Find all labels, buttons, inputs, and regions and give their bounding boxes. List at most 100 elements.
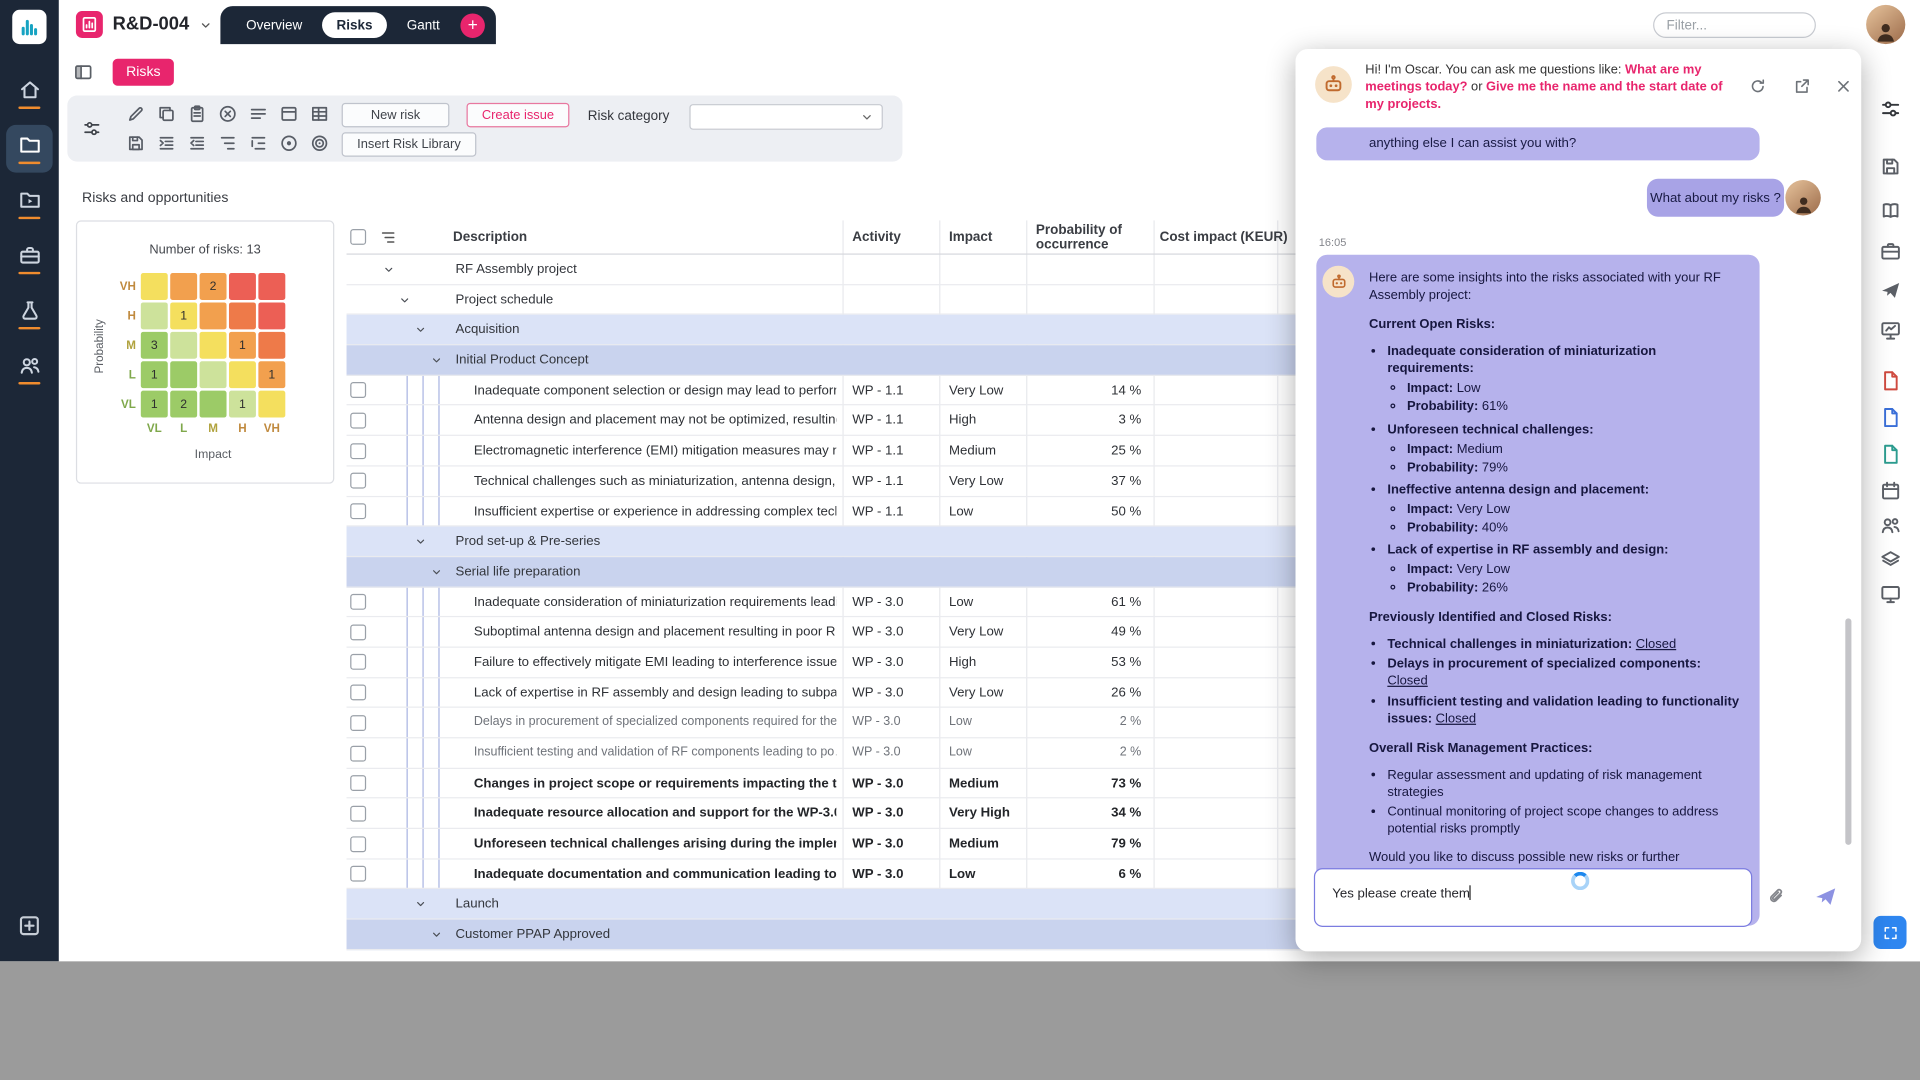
row-checkbox[interactable]: [350, 866, 366, 882]
group-row[interactable]: Acquisition: [347, 315, 1421, 345]
edit-icon[interactable]: [124, 102, 148, 126]
row-checkbox[interactable]: [350, 806, 366, 822]
column-header-impact[interactable]: Impact: [949, 220, 992, 254]
chat-input[interactable]: Yes please create them: [1314, 868, 1752, 927]
hierarchy-icon[interactable]: [380, 229, 397, 246]
matrix-cell[interactable]: [200, 361, 227, 388]
risk-row[interactable]: Inadequate component selection or design…: [347, 376, 1421, 406]
row-checkbox[interactable]: [350, 382, 366, 398]
group-row[interactable]: Initial Product Concept: [347, 345, 1421, 375]
insert-risk-library-button[interactable]: Insert Risk Library: [342, 132, 477, 156]
table-view-icon[interactable]: [307, 102, 331, 126]
rows-icon[interactable]: [246, 102, 270, 126]
copy-icon[interactable]: [154, 102, 178, 126]
chat-scrollbar[interactable]: [1845, 618, 1851, 845]
sliders-icon[interactable]: [82, 119, 102, 139]
rail-file-icon[interactable]: [1880, 443, 1902, 465]
close-chat-button[interactable]: [1829, 73, 1856, 100]
rail-book-icon[interactable]: [1880, 200, 1902, 222]
risk-row[interactable]: Failure to effectively mitigate EMI lead…: [347, 648, 1421, 678]
indent-right-icon[interactable]: [154, 131, 178, 155]
matrix-cell[interactable]: [170, 332, 197, 359]
group-row[interactable]: Customer PPAP Approved: [347, 920, 1421, 950]
open-chat-window-button[interactable]: [1788, 73, 1815, 100]
tab-overview[interactable]: Overview: [231, 12, 317, 38]
new-risk-button[interactable]: New risk: [342, 103, 450, 127]
list-tree-icon[interactable]: [216, 131, 240, 155]
row-checkbox[interactable]: [350, 685, 366, 701]
risk-row[interactable]: Lack of expertise in RF assembly and des…: [347, 678, 1421, 708]
expand-chevron[interactable]: [382, 263, 395, 276]
matrix-cell[interactable]: [200, 391, 227, 418]
app-logo[interactable]: [12, 10, 46, 44]
sidebar-item-flask[interactable]: [0, 287, 59, 342]
matrix-cell[interactable]: [170, 361, 197, 388]
add-tab-button[interactable]: +: [461, 13, 485, 37]
matrix-cell[interactable]: 1: [141, 391, 168, 418]
rail-monitor-icon[interactable]: [1880, 583, 1902, 605]
row-checkbox[interactable]: [350, 715, 366, 731]
matrix-cell[interactable]: [258, 332, 285, 359]
matrix-cell[interactable]: 1: [170, 302, 197, 329]
chevron-down-icon[interactable]: [198, 18, 213, 33]
matrix-cell[interactable]: 1: [258, 361, 285, 388]
matrix-cell[interactable]: [229, 361, 256, 388]
matrix-cell[interactable]: 1: [141, 361, 168, 388]
user-avatar[interactable]: [1866, 5, 1905, 44]
sidebar-item-media-folder[interactable]: [0, 176, 59, 231]
rail-presentation-icon[interactable]: [1880, 320, 1902, 342]
indent-left-icon[interactable]: [185, 131, 209, 155]
matrix-cell[interactable]: [141, 302, 168, 329]
add-module-button[interactable]: [17, 913, 41, 937]
row-checkbox[interactable]: [350, 745, 366, 761]
group-row[interactable]: Launch: [347, 890, 1421, 920]
expand-chevron[interactable]: [430, 928, 443, 941]
filter-input[interactable]: [1653, 12, 1816, 38]
matrix-cell[interactable]: [170, 273, 197, 300]
attach-file-button[interactable]: [1764, 884, 1788, 908]
rail-briefcase-icon[interactable]: [1880, 240, 1902, 262]
target-icon[interactable]: [277, 131, 301, 155]
list-tree2-icon[interactable]: [246, 131, 270, 155]
risk-category-select[interactable]: [689, 104, 882, 130]
delete-icon[interactable]: [216, 102, 240, 126]
save-icon[interactable]: [124, 131, 148, 155]
tab-gantt[interactable]: Gantt: [392, 12, 454, 38]
expand-chevron[interactable]: [414, 898, 427, 911]
matrix-cell[interactable]: [229, 273, 256, 300]
row-checkbox[interactable]: [350, 413, 366, 429]
matrix-cell[interactable]: 3: [141, 332, 168, 359]
row-checkbox[interactable]: [350, 775, 366, 791]
matrix-cell[interactable]: [258, 273, 285, 300]
rail-users-icon[interactable]: [1880, 514, 1902, 536]
matrix-cell[interactable]: 2: [200, 273, 227, 300]
group-row[interactable]: Prod set-up & Pre-series: [347, 527, 1421, 557]
row-checkbox[interactable]: [350, 624, 366, 640]
matrix-cell[interactable]: 2: [170, 391, 197, 418]
group-row[interactable]: Serial life preparation: [347, 557, 1421, 587]
row-checkbox[interactable]: [350, 503, 366, 519]
expand-chevron[interactable]: [430, 566, 443, 579]
expand-chevron[interactable]: [414, 324, 427, 337]
risk-row[interactable]: Insufficient testing and validation of R…: [347, 738, 1421, 768]
create-issue-button[interactable]: Create issue: [467, 103, 570, 127]
risk-row[interactable]: Electromagnetic interference (EMI) mitig…: [347, 436, 1421, 466]
target-dot-icon[interactable]: [307, 131, 331, 155]
select-all-checkbox[interactable]: [350, 229, 366, 245]
risk-row[interactable]: Inadequate documentation and communicati…: [347, 859, 1421, 889]
row-checkbox[interactable]: [350, 473, 366, 489]
sidebar-item-users[interactable]: [0, 342, 59, 397]
paste-icon[interactable]: [185, 102, 209, 126]
column-header-probability[interactable]: Probability of occurrence: [1036, 220, 1141, 254]
risk-row[interactable]: Suboptimal antenna design and placement …: [347, 617, 1421, 647]
matrix-cell[interactable]: [229, 302, 256, 329]
rail-file-icon[interactable]: [1880, 370, 1902, 392]
risk-row[interactable]: Changes in project scope or requirements…: [347, 769, 1421, 799]
column-header-cost-impact[interactable]: Cost impact (KEUR): [1160, 220, 1295, 254]
rail-calendar-icon[interactable]: [1880, 480, 1902, 502]
group-row[interactable]: Project schedule: [347, 285, 1421, 315]
matrix-cell[interactable]: 1: [229, 391, 256, 418]
refresh-chat-button[interactable]: [1744, 73, 1771, 100]
sidebar-item-folder[interactable]: [0, 121, 59, 176]
expand-chevron[interactable]: [414, 535, 427, 548]
